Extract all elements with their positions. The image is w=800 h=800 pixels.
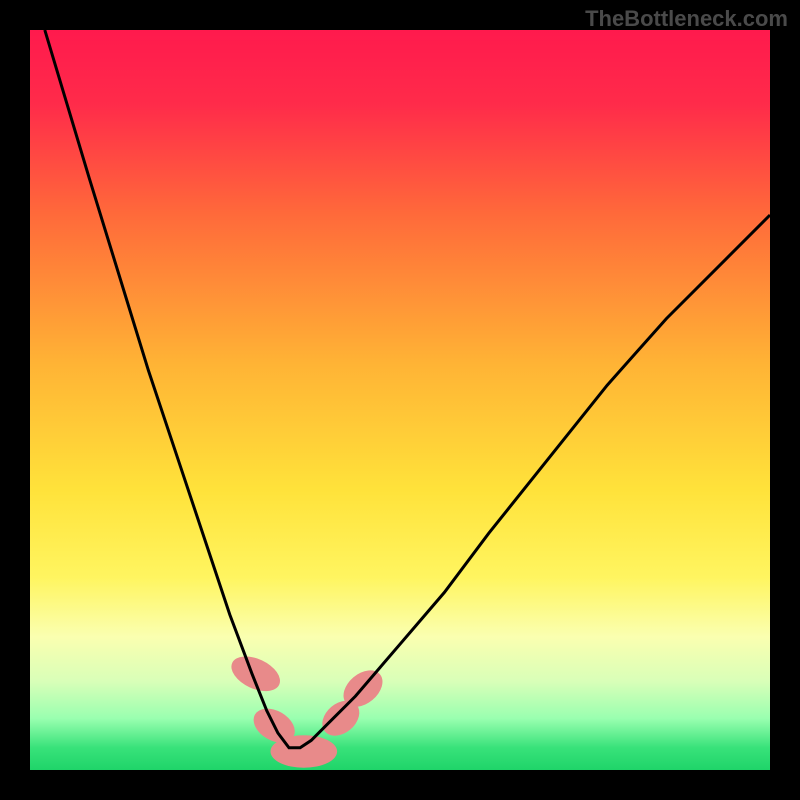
watermark-text: TheBottleneck.com	[585, 6, 788, 32]
bottleneck-chart	[0, 0, 800, 800]
plot-background	[30, 30, 770, 770]
pink-blob-bottom	[271, 735, 338, 768]
